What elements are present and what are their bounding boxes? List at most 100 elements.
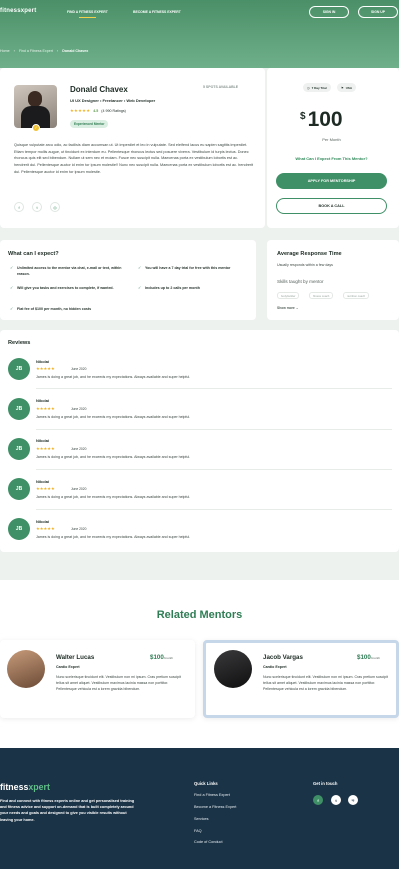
country-pill: ⚑ USA (337, 83, 357, 92)
avatar: JB (8, 438, 30, 460)
profile-bio: Quisque vulputate arcu odio, ac facilisi… (14, 143, 254, 174)
star-rating-icon: ★★★★★ (36, 446, 55, 451)
instagram-icon[interactable]: ◎ (50, 202, 60, 212)
instagram-icon[interactable]: ig (348, 795, 358, 805)
avatar: JB (8, 398, 30, 420)
profile-roles: UI UX Designer • Freelancer • Web Develo… (70, 98, 156, 103)
review-name: Nikolai (36, 398, 50, 403)
response-title: Average Response Time (277, 251, 342, 257)
check-icon: ✓ (10, 265, 14, 270)
review-date: June 2020 (71, 527, 87, 531)
review-name: Nikolai (36, 519, 50, 524)
star-rating-icon: ★★★★★ (36, 406, 55, 411)
verified-icon: ✓ (32, 124, 40, 132)
mentor-description: Nunc scelerisque tincidunt elit. Vestibu… (56, 675, 182, 692)
check-icon: ✓ (138, 265, 142, 270)
footer-link[interactable]: FAQ (194, 829, 202, 833)
book-call-button[interactable]: BOOK A CALL (276, 198, 387, 214)
check-icon: ✓ (10, 285, 14, 290)
spots-available: 5 SPOTS AVAILABLE (203, 85, 239, 89)
mentor-name[interactable]: Walter Lucas (56, 654, 94, 661)
chevron-right-icon: › (56, 48, 59, 53)
avatar (14, 85, 57, 128)
status-badge: Experienced Mentor (70, 120, 109, 128)
trial-pill: ◷ 7 Day Trial (303, 83, 331, 92)
divider (36, 429, 392, 430)
rating-value: 4.5 (93, 108, 99, 113)
mentor-price: $100/month (357, 654, 380, 661)
review-text: James is doing a great job, and he excee… (36, 495, 191, 499)
skill-tag: bodybuilder (277, 292, 300, 299)
review-name: Nikolai (36, 438, 50, 443)
reviews-card (0, 330, 399, 552)
skill-tag: nutrition coach (343, 292, 370, 299)
check-icon: ✓ (138, 285, 142, 290)
avatar: JB (8, 358, 30, 380)
sign-in-button[interactable]: SIGN IN (309, 6, 349, 18)
footer-link[interactable]: Become a Fitness Expert (194, 805, 236, 809)
avatar: JB (8, 478, 30, 500)
footer-link[interactable]: Services (194, 817, 209, 821)
review-text: James is doing a great job, and he excee… (36, 535, 191, 539)
footer-link[interactable]: Code of Conduct (194, 840, 223, 844)
breadcrumb-home[interactable]: Home (0, 49, 10, 53)
star-rating-icon: ★★★★★ (36, 486, 55, 491)
nav-link-become-expert[interactable]: BECOME A FITNESS EXPERT (133, 10, 181, 14)
divider (36, 469, 392, 470)
top-nav: fitnessxpert FIND A FITNESS EXPERT BECOM… (0, 0, 399, 24)
twitter-icon[interactable]: t (32, 202, 42, 212)
avatar: JB (8, 518, 30, 540)
review-name: Nikolai (36, 359, 50, 364)
rating-row: ★★★★★ 4.5 (4 990 Ratings) (70, 108, 126, 113)
mentor-price: $100/month (150, 654, 173, 661)
breadcrumb-current: Donald Chavex (62, 48, 89, 53)
review-name: Nikolai (36, 479, 50, 484)
sign-up-button[interactable]: SIGN UP (358, 6, 398, 18)
logo[interactable]: fitnessxpert (0, 8, 36, 14)
mentor-role: Cardio Expert (56, 665, 80, 669)
page-title: Donald Chavex (70, 85, 128, 94)
mentor-description: Nunc scelerisque tincidunt elit. Vestibu… (263, 675, 389, 692)
flag-icon: ⚑ (341, 85, 344, 90)
divider (36, 509, 392, 510)
expect-item: ✓ Will give you tasks and exercises to co… (10, 285, 114, 290)
expect-link[interactable]: What Can I Expect From This Mentor? (276, 156, 387, 161)
clock-icon: ◷ (307, 85, 310, 90)
price-period: Per Month (322, 137, 341, 142)
divider (36, 388, 392, 389)
review-date: June 2020 (71, 447, 87, 451)
review-text: James is doing a great job, and he excee… (36, 455, 191, 459)
star-rating-icon: ★★★★★ (70, 108, 91, 113)
star-rating-icon: ★★★★★ (36, 526, 55, 531)
price: $ 100 (300, 108, 343, 131)
review-date: June 2020 (71, 407, 87, 411)
chevron-right-icon: › (13, 48, 15, 53)
show-more-button[interactable]: Show more ⌄ (277, 306, 298, 310)
expect-item: ✓ You will have a 7 day trial for free wi… (138, 265, 231, 270)
footer-link[interactable]: Find a Fitness Expert (194, 793, 230, 797)
review-date: June 2020 (71, 487, 87, 491)
avatar (7, 650, 45, 688)
facebook-icon[interactable]: f (14, 202, 24, 212)
footer-tagline: Find and connect with fitness experts on… (0, 799, 135, 822)
avatar (214, 650, 252, 688)
review-text: James is doing a great job, and he excee… (36, 375, 191, 379)
get-in-touch-title: Get in touch (313, 781, 338, 786)
review-date: June 2020 (71, 367, 87, 371)
footer-logo[interactable]: fitnessxpert (0, 782, 50, 792)
star-rating-icon: ★★★★★ (36, 366, 55, 371)
related-title: Related Mentors (156, 609, 243, 621)
reviews-title: Reviews (8, 340, 31, 346)
mentor-name[interactable]: Jacob Vargas (263, 654, 303, 661)
facebook-icon[interactable]: f (313, 795, 323, 805)
skill-tag: fitness coach (309, 292, 334, 299)
breadcrumb: Home › Find a Fitness Expert › Donald Ch… (0, 48, 88, 53)
ratings-count: (4 990 Ratings) (101, 108, 126, 113)
chevron-down-icon: ⌄ (295, 306, 299, 310)
apply-mentorship-button[interactable]: APPLY FOR MENTORSHIP (276, 173, 387, 189)
expect-item: ✓ Includes up to 2 calls per month (138, 285, 200, 290)
breadcrumb-find-expert[interactable]: Find a Fitness Expert (19, 49, 53, 53)
expect-item: ✓ Flat fee of $100 per month, no hidden c… (10, 306, 92, 311)
nav-link-find-expert[interactable]: FIND A FITNESS EXPERT (67, 10, 108, 18)
twitter-icon[interactable]: t (331, 795, 341, 805)
